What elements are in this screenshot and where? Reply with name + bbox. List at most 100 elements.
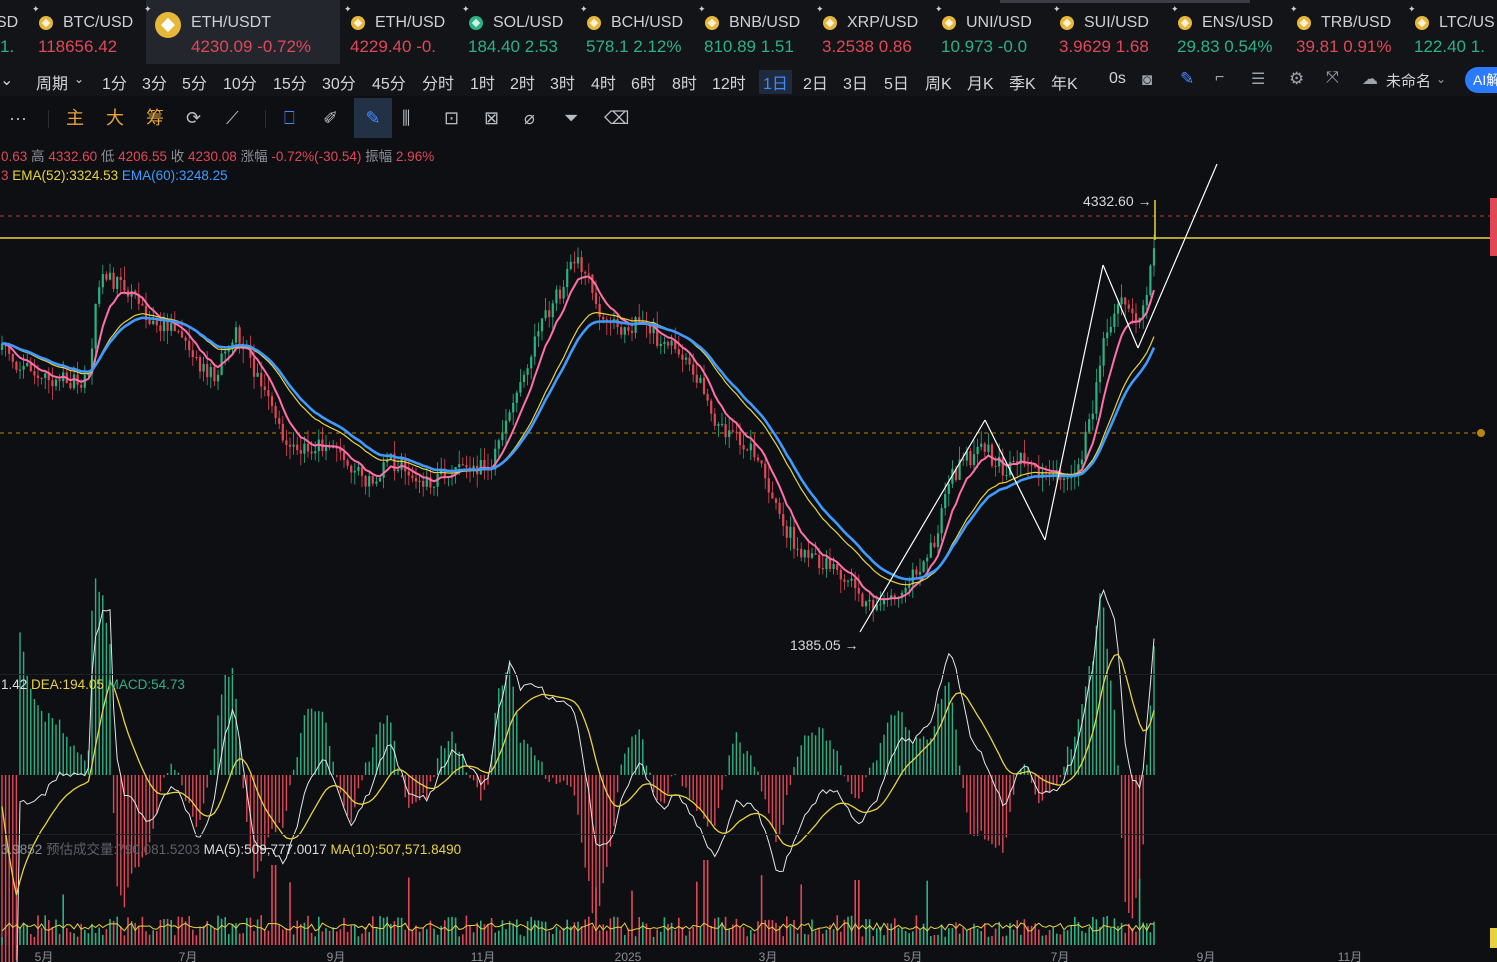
- volume-legend: 3.9852 预估成交量:790,081.5203 MA(5):509,777.…: [1, 838, 461, 858]
- ticker-price: 39.81 0.91%: [1296, 37, 1392, 56]
- candle-body: [555, 289, 558, 304]
- candle-body: [357, 466, 360, 471]
- ticker-btcusd[interactable]: ✦ BTC/USD 118656.42: [32, 0, 152, 64]
- period-3d[interactable]: 3日: [843, 70, 868, 94]
- candle-body: [659, 343, 662, 347]
- period-3m[interactable]: 3分: [142, 70, 167, 94]
- pin-icon[interactable]: ✦: [935, 5, 943, 14]
- period-12h[interactable]: 12时: [712, 70, 746, 94]
- sync-icon[interactable]: ⟳: [186, 106, 201, 130]
- draw-line-icon[interactable]: ✎: [354, 98, 392, 138]
- pin-icon[interactable]: ✦: [32, 5, 40, 14]
- pin-icon[interactable]: ✦: [462, 5, 470, 14]
- list-icon[interactable]: ☰: [1251, 69, 1265, 89]
- ticker-scrollbar[interactable]: [1000, 0, 1250, 3]
- ticker-ensusd[interactable]: ✦ ENS/USD 29.83 0.54%: [1171, 0, 1291, 64]
- period-quarter[interactable]: 季K: [1009, 70, 1036, 94]
- close-label: 收: [170, 149, 185, 164]
- period-15m[interactable]: 15分: [273, 70, 307, 94]
- period-dropdown[interactable]: 周期: [36, 70, 68, 94]
- edit-box-icon[interactable]: ⊠: [484, 106, 499, 130]
- candle-body: [738, 431, 742, 446]
- panel-divider[interactable]: [0, 674, 1497, 675]
- period-5d[interactable]: 5日: [884, 70, 909, 94]
- ticker-ethusd[interactable]: ✦ ETH/USD 4229.40 -0.: [344, 0, 464, 64]
- chevron-down-icon[interactable]: ⌄: [1436, 72, 1446, 86]
- period-10m[interactable]: 10分: [223, 70, 257, 94]
- pencil-icon[interactable]: ✎: [1180, 69, 1194, 89]
- period-6h[interactable]: 6时: [631, 70, 656, 94]
- ticker-ethusdt[interactable]: ✦ ETH/USDT 4230.09 -0.72%: [144, 0, 340, 64]
- candle-body: [1080, 459, 1084, 465]
- replay-seconds[interactable]: 0s: [1109, 70, 1126, 88]
- period-30m[interactable]: 30分: [322, 70, 356, 94]
- big-order-button[interactable]: 大: [106, 106, 124, 130]
- ticker-xrpusd[interactable]: ✦ XRP/USD 3.2538 0.86: [816, 0, 936, 64]
- ticker-solusd[interactable]: ✦ SOL/USD 184.40 2.53: [462, 0, 582, 64]
- camera-icon[interactable]: ◙: [1142, 70, 1152, 90]
- fullscreen-icon[interactable]: ⤧: [1326, 69, 1339, 87]
- candle-body: [940, 508, 943, 534]
- candle-body: [771, 492, 774, 499]
- candle-body: [116, 277, 119, 289]
- period-year[interactable]: 年K: [1051, 70, 1078, 94]
- period-1m[interactable]: 1分: [102, 70, 127, 94]
- layout-name[interactable]: 未命名: [1386, 70, 1431, 91]
- ticker-price: 10.973 -0.0: [941, 37, 1028, 56]
- candle-body: [749, 443, 752, 451]
- filter-icon[interactable]: ⏷: [564, 106, 578, 130]
- pin-icon[interactable]: ✦: [1290, 5, 1298, 14]
- pin-icon[interactable]: ✦: [698, 5, 706, 14]
- candle-body: [180, 331, 184, 338]
- candle-icon[interactable]: ⫼: [402, 106, 410, 130]
- period-timeshare[interactable]: 分时: [422, 70, 454, 94]
- pin-icon[interactable]: ✦: [1053, 5, 1061, 14]
- candle-body: [836, 563, 839, 570]
- ticker-bnbusd[interactable]: ✦ BNB/USD 810.89 1.51: [698, 0, 818, 64]
- high-annotation: 4332.60 →: [1083, 193, 1152, 209]
- candle-body: [936, 533, 940, 547]
- ticker-trbusd[interactable]: ✦ TRB/USD 39.81 0.91%: [1290, 0, 1410, 64]
- ai-button[interactable]: AI解: [1465, 67, 1497, 93]
- period-4h[interactable]: 4时: [591, 70, 616, 94]
- ticker-ltcus[interactable]: ✦ LTC/US 122.40 1.: [1408, 0, 1497, 64]
- period-45m[interactable]: 45分: [372, 70, 406, 94]
- candle-body: [1145, 295, 1148, 306]
- candle-body: [591, 274, 594, 293]
- period-week[interactable]: 周K: [925, 70, 952, 94]
- ticker-uniusd[interactable]: ✦ UNI/USD 10.973 -0.0: [935, 0, 1055, 64]
- period-2d[interactable]: 2日: [803, 70, 828, 94]
- pin-icon[interactable]: ✦: [1408, 5, 1416, 14]
- measure-icon[interactable]: ⟋: [226, 106, 239, 130]
- bookmark-icon[interactable]: ⎕: [284, 106, 295, 130]
- candle-body: [706, 393, 709, 401]
- panel-divider[interactable]: [0, 834, 1497, 835]
- period-8h[interactable]: 8时: [672, 70, 697, 94]
- ruler-icon[interactable]: ✐: [323, 106, 338, 130]
- pin-icon[interactable]: ✦: [344, 5, 352, 14]
- main-indicator-button[interactable]: 主: [66, 106, 84, 130]
- trash-icon[interactable]: ⌫: [604, 106, 629, 130]
- magnet-icon[interactable]: ⌀: [524, 106, 535, 130]
- period-3h[interactable]: 3时: [550, 70, 575, 94]
- period-month[interactable]: 月K: [967, 70, 994, 94]
- coin-icon: [705, 16, 719, 30]
- chip-distribution-button[interactable]: 筹: [146, 106, 164, 130]
- candle-body: [789, 526, 792, 538]
- pin-icon[interactable]: ✦: [816, 5, 824, 14]
- gear-icon[interactable]: ⚙: [1289, 69, 1304, 89]
- ticker-suiusd[interactable]: ✦ SUI/USD 3.9629 1.68: [1053, 0, 1173, 64]
- pin-icon[interactable]: ✦: [1171, 5, 1179, 14]
- period-1d[interactable]: 1日: [759, 70, 792, 94]
- period-5m[interactable]: 5分: [182, 70, 207, 94]
- pin-icon[interactable]: ✦: [580, 5, 588, 14]
- more-icon[interactable]: ···: [9, 106, 27, 130]
- lock-icon[interactable]: ⊡: [444, 106, 459, 130]
- ticker-bchusd[interactable]: ✦ BCH/USD 578.1 2.12%: [580, 0, 700, 64]
- period-2h[interactable]: 2时: [510, 70, 535, 94]
- crop-icon[interactable]: ⌐: [1215, 69, 1224, 87]
- period-1h[interactable]: 1时: [470, 70, 495, 94]
- candle-body: [677, 349, 680, 355]
- pin-icon[interactable]: ✦: [144, 5, 152, 14]
- candle-body: [1152, 248, 1156, 266]
